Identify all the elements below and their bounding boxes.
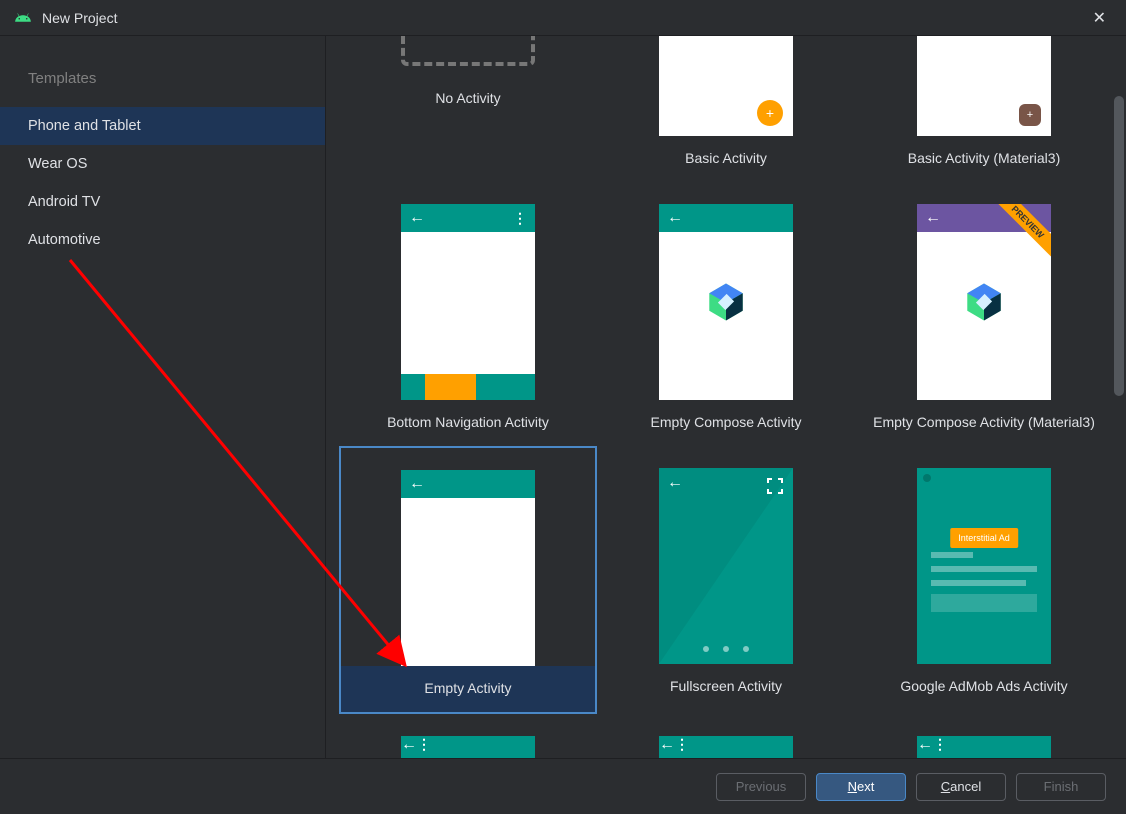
- template-label: Bottom Navigation Activity: [339, 400, 597, 446]
- template-peek-2[interactable]: ←⋮: [597, 714, 855, 758]
- template-label: Empty Compose Activity: [597, 400, 855, 446]
- template-peek-1[interactable]: ←⋮: [339, 714, 597, 758]
- sidebar-item-phone-tablet[interactable]: Phone and Tablet: [0, 107, 325, 145]
- template-no-activity[interactable]: No Activity: [339, 36, 597, 182]
- back-arrow-icon: ←: [409, 209, 425, 227]
- menu-dots-icon: ⋮: [513, 210, 527, 227]
- template-label: Google AdMob Ads Activity: [855, 664, 1113, 710]
- template-peek-3[interactable]: ←⋮: [855, 714, 1113, 758]
- sidebar: Templates Phone and Tablet Wear OS Andro…: [0, 36, 326, 758]
- footer: Previous Next Cancel Finish: [0, 758, 1126, 814]
- back-arrow-icon: ←: [401, 736, 417, 753]
- finish-button[interactable]: Finish: [1016, 773, 1106, 801]
- back-arrow-icon: ←: [409, 475, 425, 493]
- back-arrow-icon: ←: [659, 736, 675, 753]
- template-admob-activity[interactable]: Interstitial Ad Google AdMob Ads Activit…: [855, 446, 1113, 714]
- menu-dots-icon: ⋮: [933, 736, 947, 752]
- back-arrow-icon: ←: [667, 209, 683, 227]
- previous-button[interactable]: Previous: [716, 773, 806, 801]
- back-arrow-icon: ←: [667, 474, 683, 492]
- template-label: Empty Activity: [341, 666, 595, 712]
- sidebar-item-automotive[interactable]: Automotive: [0, 221, 325, 259]
- scrollbar[interactable]: [1114, 96, 1124, 396]
- compose-hex-icon: [704, 280, 748, 324]
- basic-activity-thumb: +: [659, 36, 793, 136]
- content: Templates Phone and Tablet Wear OS Andro…: [0, 36, 1126, 758]
- back-arrow-icon: ←: [917, 736, 933, 753]
- template-empty-compose[interactable]: ← Empty Compose Activity: [597, 182, 855, 446]
- fab-icon: +: [757, 100, 783, 126]
- partial-thumb: ←⋮: [401, 736, 535, 758]
- window-title: New Project: [42, 10, 117, 26]
- admob-thumb: Interstitial Ad: [917, 468, 1051, 664]
- sidebar-item-wear-os[interactable]: Wear OS: [0, 145, 325, 183]
- partial-thumb: ←⋮: [659, 736, 793, 758]
- back-arrow-icon: ←: [925, 209, 941, 227]
- android-icon: [14, 9, 32, 27]
- admob-button-label: Interstitial Ad: [950, 528, 1018, 548]
- template-empty-activity[interactable]: ← Empty Activity: [339, 446, 597, 714]
- template-basic-activity-m3[interactable]: + Basic Activity (Material3): [855, 36, 1113, 182]
- compose-hex-icon: [962, 280, 1006, 324]
- empty-compose-thumb: ←: [659, 204, 793, 400]
- template-empty-compose-m3[interactable]: ← PREVIEW Empty Compose Activity (Materi…: [855, 182, 1113, 446]
- empty-compose-m3-thumb: ← PREVIEW: [917, 204, 1051, 400]
- sidebar-header: Templates: [0, 56, 325, 107]
- cancel-button[interactable]: Cancel: [916, 773, 1006, 801]
- template-label: Basic Activity (Material3): [855, 136, 1113, 182]
- bottom-nav-thumb: ←⋮: [401, 204, 535, 400]
- titlebar: New Project ✕: [0, 0, 1126, 36]
- expand-icon: [767, 478, 783, 494]
- template-bottom-nav-activity[interactable]: ←⋮ Bottom Navigation Activity: [339, 182, 597, 446]
- menu-dots-icon: ⋮: [675, 736, 689, 752]
- sidebar-item-android-tv[interactable]: Android TV: [0, 183, 325, 221]
- basic-activity-m3-thumb: +: [917, 36, 1051, 136]
- template-label: No Activity: [339, 76, 597, 122]
- no-activity-thumb: [401, 36, 535, 66]
- template-label: Fullscreen Activity: [597, 664, 855, 710]
- template-gallery: No Activity + Basic Activity + Basic Act…: [326, 36, 1126, 758]
- template-basic-activity[interactable]: + Basic Activity: [597, 36, 855, 182]
- template-label: Basic Activity: [597, 136, 855, 182]
- template-label: Empty Compose Activity (Material3): [855, 400, 1113, 446]
- template-fullscreen-activity[interactable]: ← Fullscreen Activity: [597, 446, 855, 714]
- menu-dots-icon: ⋮: [417, 736, 431, 752]
- close-button[interactable]: ✕: [1087, 4, 1112, 32]
- fab-icon: +: [1019, 104, 1041, 126]
- empty-activity-thumb: ←: [401, 470, 535, 666]
- next-button[interactable]: Next: [816, 773, 906, 801]
- nav-dots-icon: [703, 646, 749, 652]
- fullscreen-thumb: ←: [659, 468, 793, 664]
- partial-thumb: ←⋮: [917, 736, 1051, 758]
- bottom-nav-icon: [401, 374, 535, 400]
